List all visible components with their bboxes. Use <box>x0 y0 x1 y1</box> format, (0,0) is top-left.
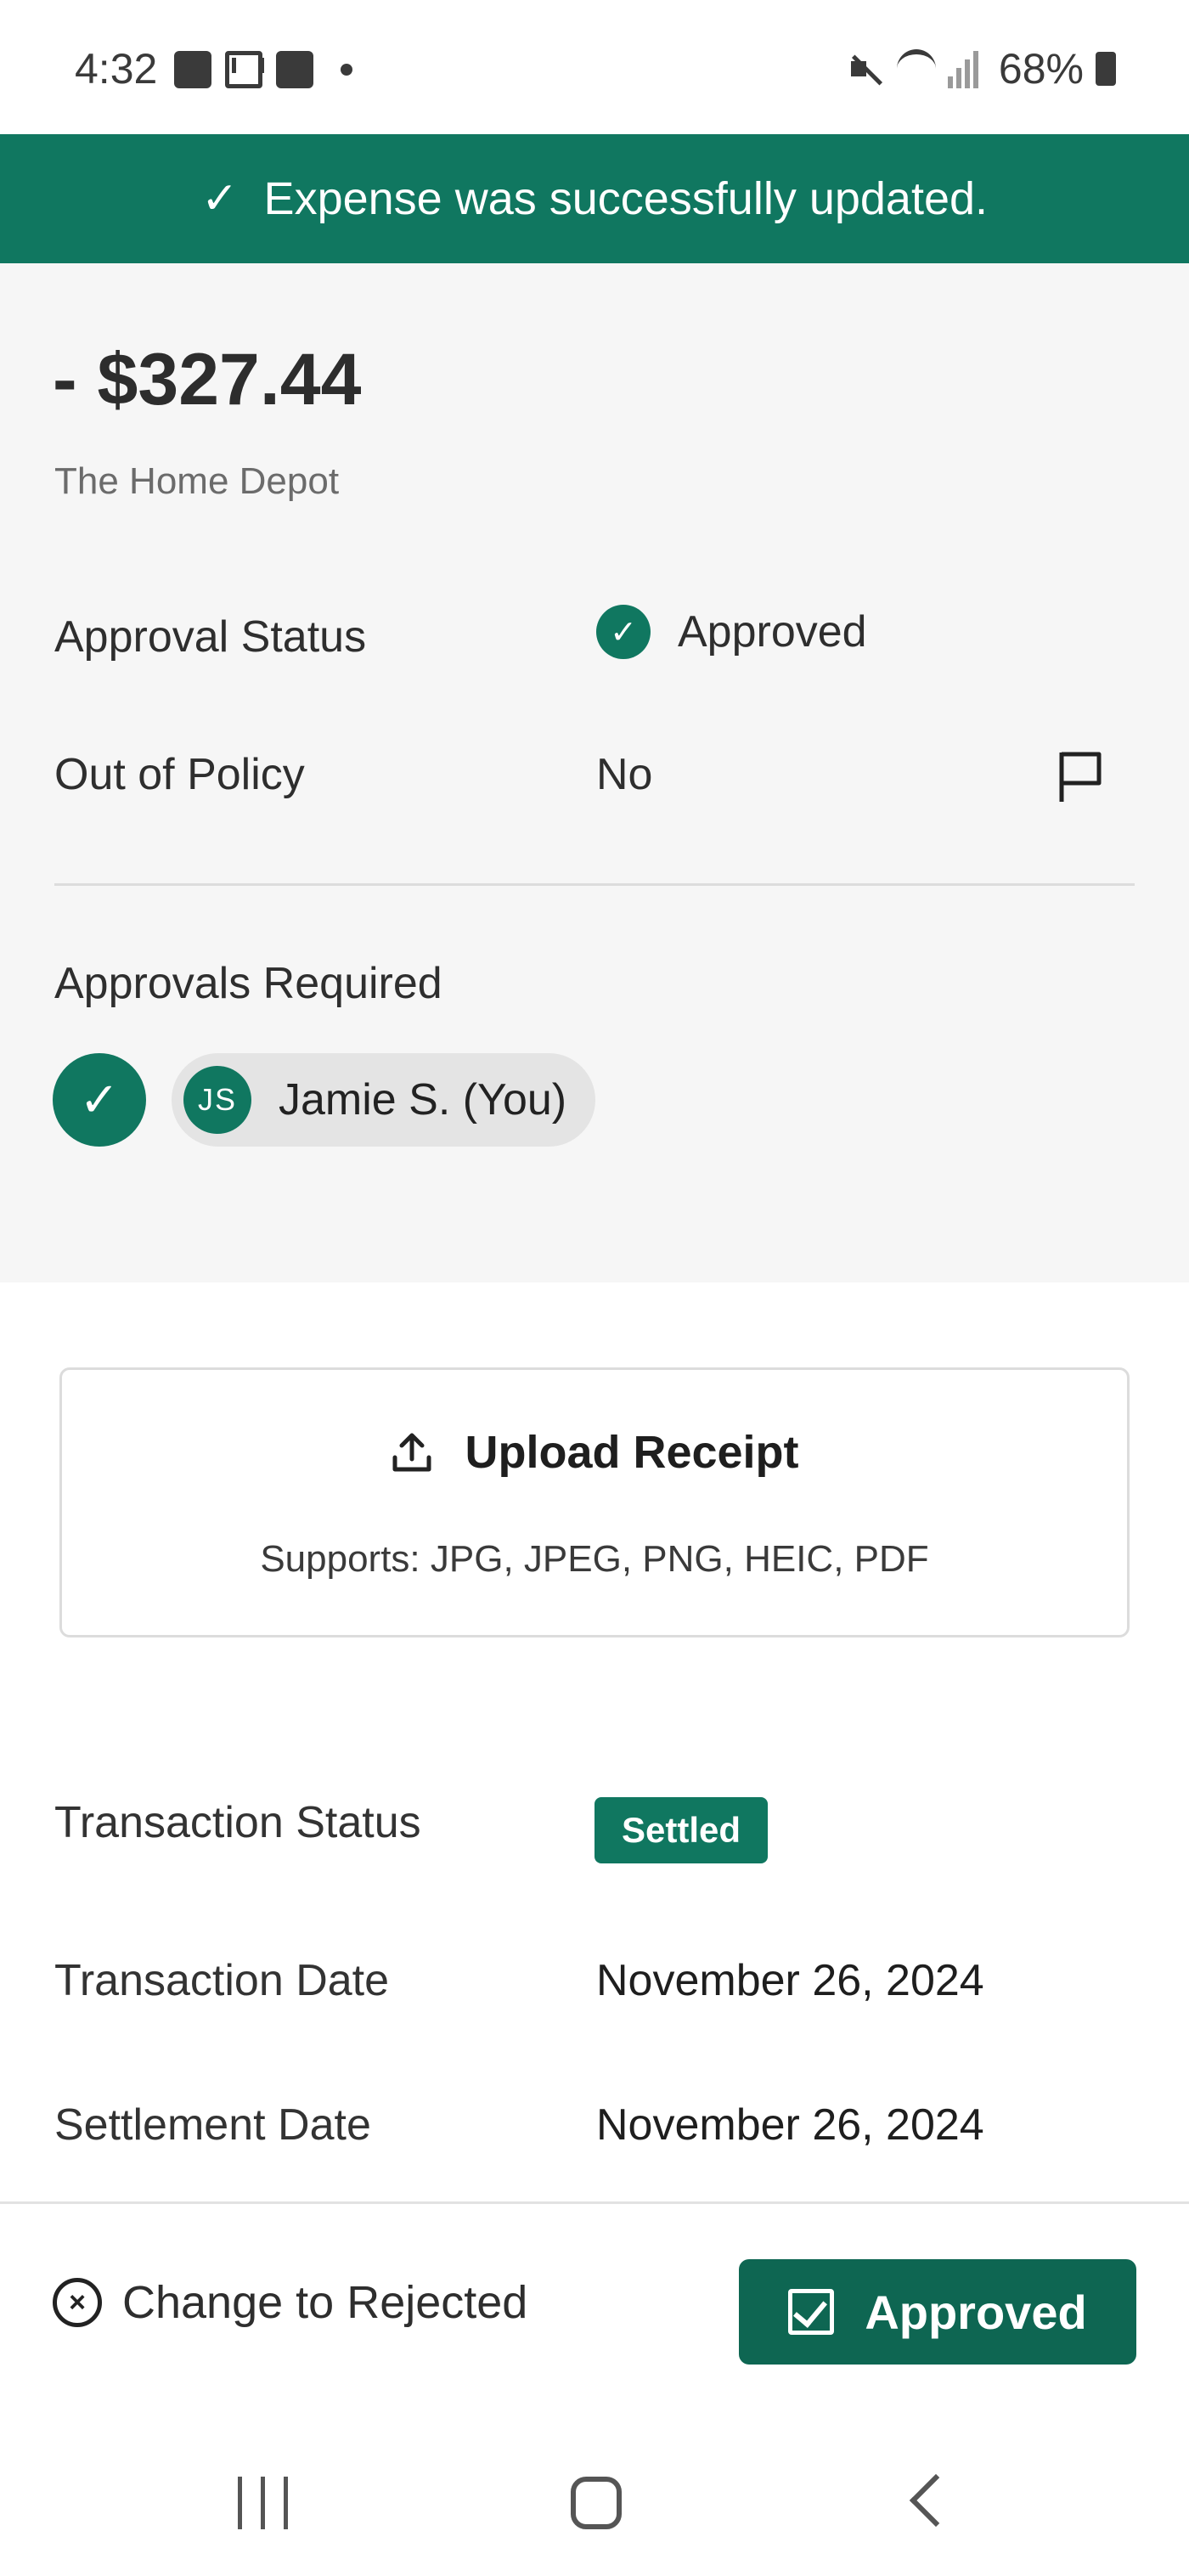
wifi-icon <box>896 49 936 88</box>
settlement-date-value: November 26, 2024 <box>596 2100 984 2150</box>
approver-name: Jamie S. (You) <box>279 1075 567 1125</box>
home-icon[interactable] <box>571 2477 622 2529</box>
more-notifications-dot-icon <box>341 64 352 76</box>
toast-message: Expense was successfully updated. <box>263 173 989 224</box>
upload-supported-formats: Supports: JPG, JPEG, PNG, HEIC, PDF <box>260 1538 929 1580</box>
approval-status-text: Approved <box>678 607 867 657</box>
success-toast: ✓ Expense was successfully updated. <box>0 134 1189 263</box>
change-to-rejected-button[interactable]: × Change to Rejected <box>53 2276 527 2329</box>
notification-icons <box>174 51 352 88</box>
status-bar: 4:32 68% <box>0 0 1189 110</box>
battery-icon <box>1096 52 1116 86</box>
merchant-name: The Home Depot <box>54 460 340 502</box>
transaction-date-value: November 26, 2024 <box>596 1956 984 2005</box>
expense-amount: - $327.44 <box>53 339 362 420</box>
close-circle-icon: × <box>53 2278 102 2327</box>
tasks-check-icon <box>276 51 313 88</box>
upload-receipt-button[interactable]: Upload Receipt Supports: JPG, JPEG, PNG,… <box>59 1367 1130 1637</box>
approved-check-icon: ✓ <box>596 605 651 659</box>
system-icons: 68% <box>846 44 1116 93</box>
action-bar-divider <box>0 2201 1189 2204</box>
status-badge: Settled <box>594 1797 769 1863</box>
out-of-policy-value: No <box>596 750 653 799</box>
divider <box>54 883 1135 886</box>
checkmark-icon: ✓ <box>200 174 239 223</box>
back-icon[interactable] <box>909 2473 963 2528</box>
upload-label: Upload Receipt <box>465 1427 799 1478</box>
approval-status-value: ✓ Approved <box>596 605 867 659</box>
mute-icon <box>846 49 885 88</box>
approvals-row: ✓ JS Jamie S. (You) <box>53 1053 596 1147</box>
flag-icon[interactable] <box>1057 749 1104 803</box>
upload-title: Upload Receipt <box>62 1426 1127 1479</box>
approval-status-label: Approval Status <box>54 612 367 662</box>
signal-icon <box>947 49 987 88</box>
gallery-icon <box>174 51 211 88</box>
reject-label: Change to Rejected <box>122 2277 528 2328</box>
battery-percent: 68% <box>998 45 1084 93</box>
system-nav-bar <box>0 2429 1189 2576</box>
settlement-date-label: Settlement Date <box>54 2100 371 2150</box>
expense-summary: - $327.44 The Home Depot Approval Status… <box>0 263 1189 1282</box>
approved-button[interactable]: Approved <box>739 2259 1136 2365</box>
avatar: JS <box>183 1066 251 1134</box>
status-time: 4:32 <box>75 45 158 93</box>
approvals-required-label: Approvals Required <box>54 959 442 1008</box>
approve-label: Approved <box>865 2285 1087 2339</box>
gmail-icon <box>225 51 264 88</box>
checkbox-icon <box>788 2289 835 2335</box>
approval-complete-icon: ✓ <box>53 1053 146 1147</box>
transaction-date-label: Transaction Date <box>54 1956 390 2005</box>
recents-icon[interactable] <box>238 2477 288 2529</box>
transaction-status-label: Transaction Status <box>54 1798 421 1847</box>
approver-chip[interactable]: JS Jamie S. (You) <box>172 1053 596 1147</box>
out-of-policy-label: Out of Policy <box>54 750 305 799</box>
upload-icon <box>392 1433 431 1472</box>
